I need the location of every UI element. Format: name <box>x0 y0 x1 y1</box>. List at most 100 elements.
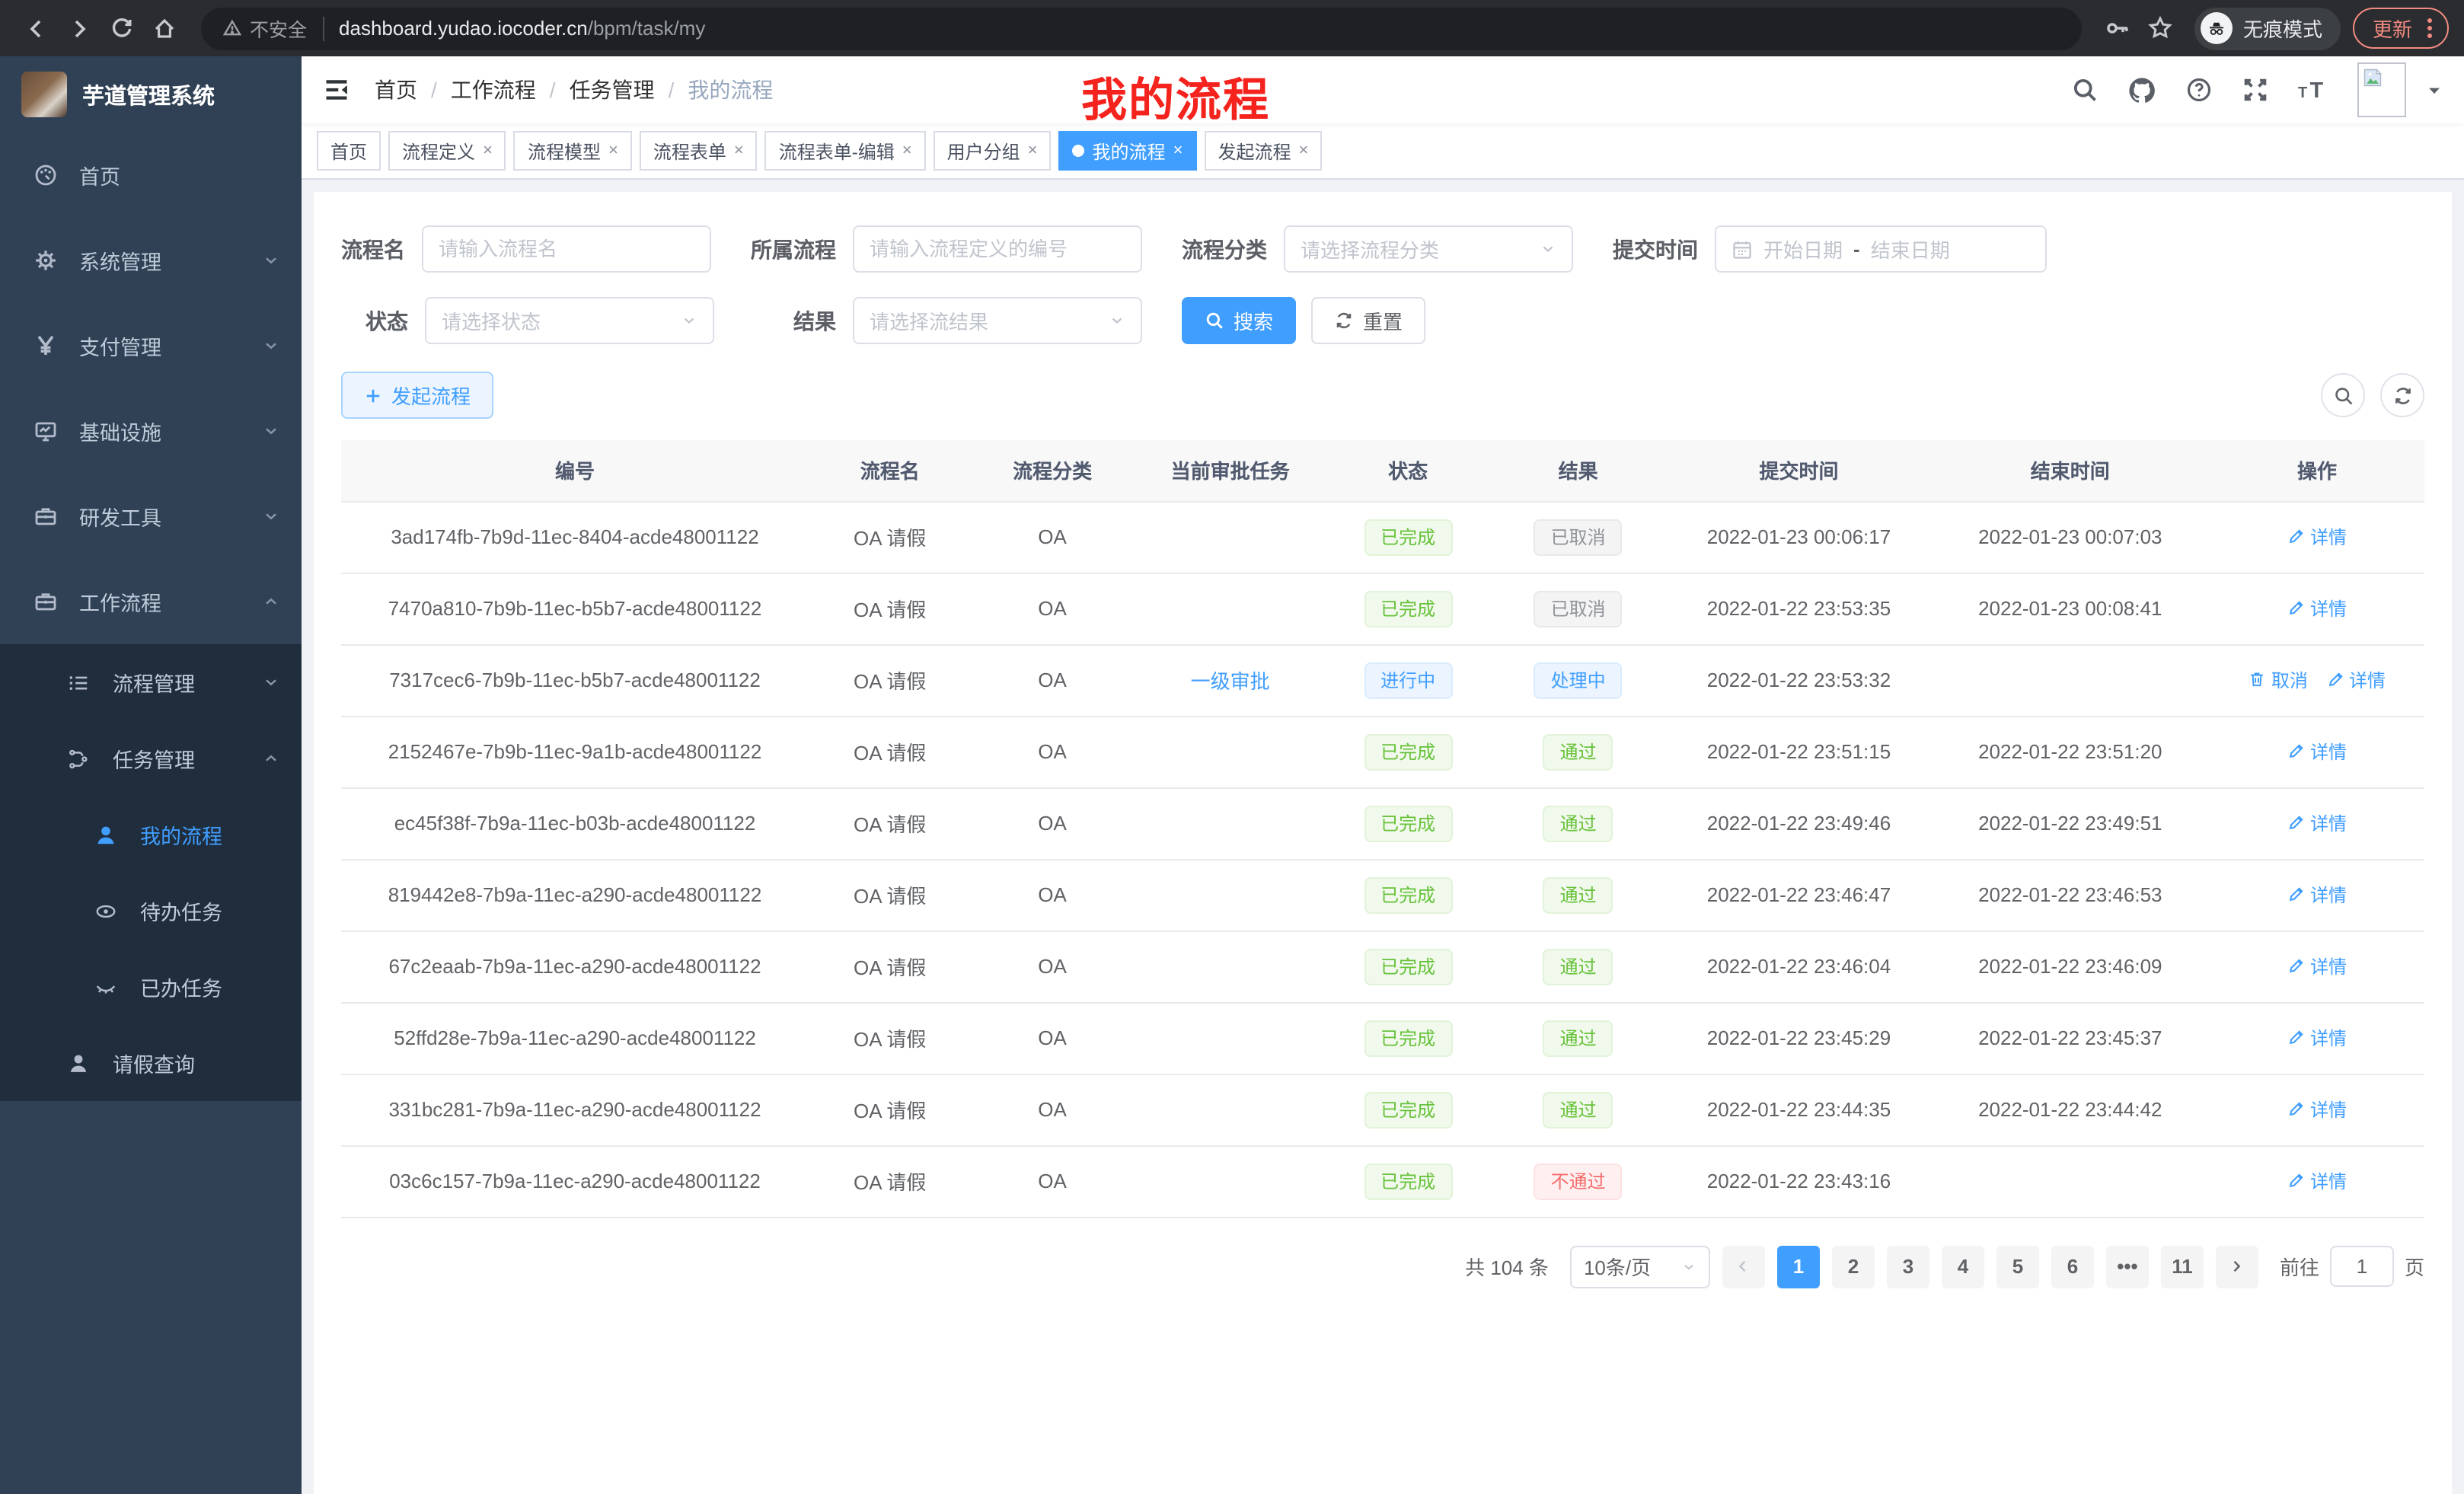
table-row: 331bc281-7b9a-11ec-a290-acde48001122 OA … <box>341 1074 2424 1145</box>
breadcrumb-item[interactable]: 任务管理 <box>570 75 655 105</box>
tab-process-model[interactable]: 流程模型× <box>514 131 632 171</box>
cancel-link[interactable]: 取消 <box>2249 667 2308 693</box>
page-size-select[interactable]: 10条/页 <box>1570 1245 1710 1288</box>
address-bar[interactable]: 不安全 dashboard.yudao.iocoder.cn/bpm/task/… <box>201 7 2082 49</box>
filter-label: 流程名 <box>341 234 405 264</box>
breadcrumb-item[interactable]: 工作流程 <box>451 75 536 105</box>
page-title-annotation: 我的流程 <box>1081 62 1270 129</box>
tab-my-process[interactable]: 我的流程× <box>1059 131 1197 171</box>
detail-link[interactable]: 详情 <box>2287 1097 2347 1122</box>
close-icon[interactable]: × <box>1173 142 1183 160</box>
sidebar-item-done-tasks[interactable]: 已办任务 <box>0 949 302 1025</box>
close-icon[interactable]: × <box>483 142 493 160</box>
tab-home[interactable]: 首页 <box>317 131 381 171</box>
breadcrumb-item[interactable]: 首页 <box>375 75 417 105</box>
page-number[interactable]: 4 <box>1942 1245 1984 1288</box>
tab-process-form[interactable]: 流程表单× <box>640 131 758 171</box>
tab-user-group[interactable]: 用户分组× <box>934 131 1052 171</box>
page-number[interactable]: 5 <box>1996 1245 2039 1288</box>
sidebar-item-infra[interactable]: 基础设施 <box>0 388 302 474</box>
detail-link[interactable]: 详情 <box>2326 667 2386 693</box>
category-select[interactable]: 请选择流程分类 <box>1284 225 1573 273</box>
submit-time-range-picker[interactable]: 开始日期 - 结束日期 <box>1715 225 2047 273</box>
page-number[interactable]: 11 <box>2161 1245 2204 1288</box>
svg-text:T: T <box>2298 85 2307 101</box>
tab-process-definition[interactable]: 流程定义× <box>388 131 506 171</box>
search-button[interactable]: 搜索 <box>1182 297 1296 344</box>
more-pages-button[interactable]: ••• <box>2106 1245 2149 1288</box>
search-icon[interactable] <box>2071 76 2099 104</box>
password-key-icon[interactable] <box>2097 7 2140 49</box>
sidebar-item-system[interactable]: 系统管理 <box>0 218 302 303</box>
home-icon[interactable] <box>143 7 186 49</box>
insecure-warning[interactable]: 不安全 <box>222 14 307 43</box>
detail-link[interactable]: 详情 <box>2287 1168 2347 1194</box>
refresh-table-button[interactable] <box>2380 373 2424 417</box>
sidebar-item-home[interactable]: 首页 <box>0 132 302 218</box>
filter-label: 流程分类 <box>1182 234 1267 264</box>
browser-menu-icon[interactable] <box>2427 18 2432 38</box>
page-number[interactable]: 6 <box>2051 1245 2094 1288</box>
close-icon[interactable]: × <box>1298 142 1308 160</box>
sidebar-item-pay[interactable]: 支付管理 <box>0 303 302 388</box>
result-select[interactable]: 请选择流结果 <box>853 297 1142 344</box>
page-number[interactable]: 1 <box>1777 1245 1820 1288</box>
forward-icon[interactable] <box>58 7 101 49</box>
sidebar-item-leave-query[interactable]: 请假查询 <box>0 1025 302 1101</box>
chevron-up-icon <box>262 592 280 611</box>
sidebar-item-my-process[interactable]: 我的流程 <box>0 796 302 873</box>
back-icon[interactable] <box>15 7 58 49</box>
incognito-label: 无痕模式 <box>2243 14 2322 43</box>
sidebar-item-process-mgmt[interactable]: 流程管理 <box>0 644 302 720</box>
tab-process-form-edit[interactable]: 流程表单-编辑× <box>765 131 926 171</box>
process-name-input[interactable] <box>422 225 711 273</box>
sidebar-collapse-icon[interactable] <box>323 76 350 104</box>
avatar[interactable] <box>2357 62 2406 117</box>
close-icon[interactable]: × <box>1028 142 1038 160</box>
next-page-button[interactable] <box>2216 1245 2258 1288</box>
sidebar-item-workflow[interactable]: 工作流程 <box>0 559 302 644</box>
github-icon[interactable] <box>2127 75 2156 104</box>
caret-down-icon[interactable] <box>2426 81 2443 98</box>
page-number[interactable]: 2 <box>1832 1245 1875 1288</box>
close-icon[interactable]: × <box>734 142 744 160</box>
sidebar: 芋道管理系统 首页 系统管理 支付管理 基础设施 <box>0 56 302 1494</box>
reload-icon[interactable] <box>101 7 143 49</box>
sidebar-item-label: 首页 <box>79 160 280 190</box>
start-date-placeholder: 开始日期 <box>1763 235 1843 263</box>
detail-link[interactable]: 详情 <box>2287 810 2347 836</box>
incognito-badge[interactable]: 无痕模式 <box>2194 7 2341 49</box>
page-number[interactable]: 3 <box>1887 1245 1929 1288</box>
sidebar-item-todo-tasks[interactable]: 待办任务 <box>0 873 302 949</box>
app-logo[interactable]: 芋道管理系统 <box>0 56 302 132</box>
detail-link[interactable]: 详情 <box>2287 953 2347 979</box>
detail-link[interactable]: 详情 <box>2287 595 2347 621</box>
current-task-link[interactable]: 一级审批 <box>1191 670 1270 693</box>
reset-button[interactable]: 重置 <box>1311 297 1425 344</box>
detail-link[interactable]: 详情 <box>2287 524 2347 550</box>
status-select[interactable]: 请选择状态 <box>425 297 714 344</box>
bookmark-star-icon[interactable] <box>2140 7 2182 49</box>
show-search-button[interactable] <box>2321 373 2365 417</box>
help-icon[interactable] <box>2185 76 2213 104</box>
close-icon[interactable]: × <box>902 142 912 160</box>
sidebar-item-devtools[interactable]: 研发工具 <box>0 474 302 559</box>
parent-process-input[interactable] <box>853 225 1142 273</box>
warning-icon <box>222 18 242 38</box>
detail-link[interactable]: 详情 <box>2287 1025 2347 1051</box>
goto-page-input[interactable] <box>2330 1246 2394 1287</box>
sidebar-item-task-mgmt[interactable]: 任务管理 <box>0 720 302 796</box>
prev-page-button[interactable] <box>1722 1245 1765 1288</box>
fullscreen-icon[interactable] <box>2242 76 2269 104</box>
table-row: 3ad174fb-7b9d-11ec-8404-acde48001122 OA … <box>341 501 2424 573</box>
close-icon[interactable]: × <box>608 142 618 160</box>
detail-link[interactable]: 详情 <box>2287 739 2347 765</box>
create-process-button[interactable]: 发起流程 <box>341 372 493 419</box>
tab-start-process[interactable]: 发起流程× <box>1204 131 1322 171</box>
chevron-down-icon <box>262 251 280 270</box>
status-badge: 已完成 <box>1364 519 1452 555</box>
detail-link[interactable]: 详情 <box>2287 882 2347 908</box>
status-badge: 已完成 <box>1364 590 1452 627</box>
font-size-icon[interactable]: TT <box>2298 76 2328 104</box>
update-button[interactable]: 更新 <box>2353 8 2449 49</box>
